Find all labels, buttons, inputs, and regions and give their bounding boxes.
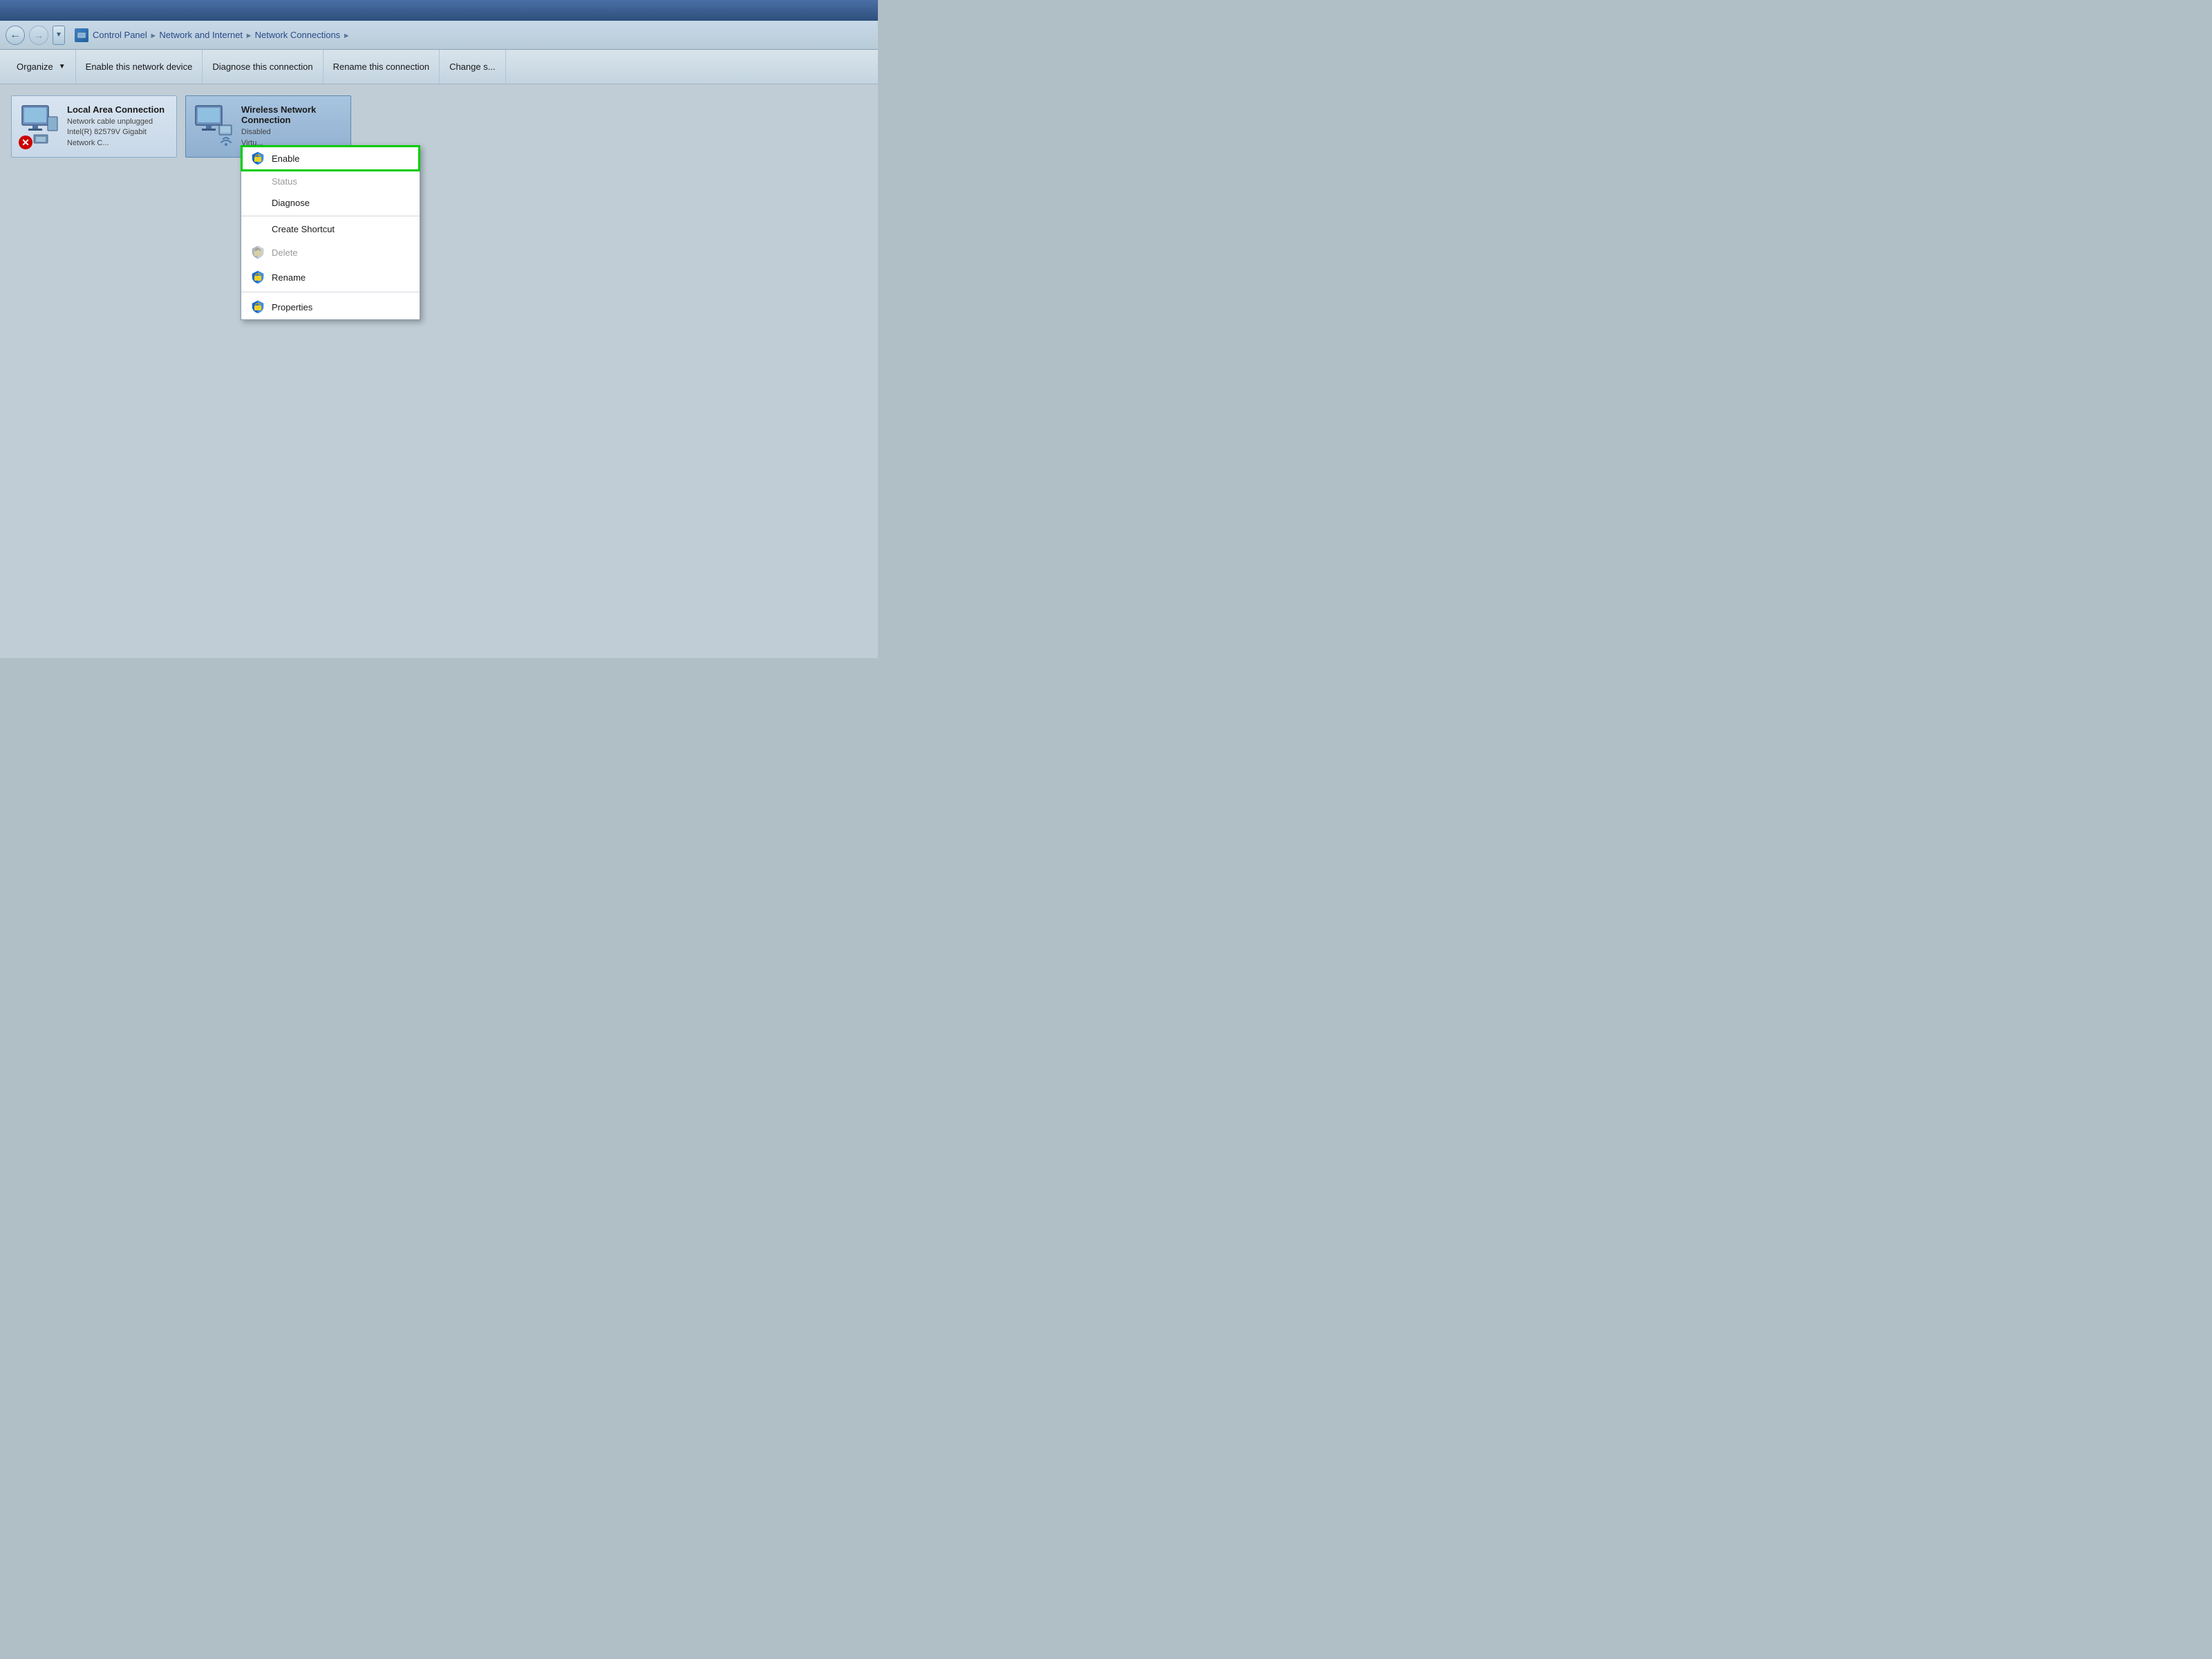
toolbar: Organize ▼ Enable this network device Di… (0, 50, 878, 84)
local-connection-status2: Intel(R) 82579V Gigabit Network C... (67, 127, 169, 149)
ctx-enable-label: Enable (272, 153, 299, 164)
wireless-connection-icon (193, 104, 234, 149)
enable-device-button[interactable]: Enable this network device (76, 50, 203, 84)
local-connection-status1: Network cable unplugged (67, 117, 169, 127)
rename-connection-button[interactable]: Rename this connection (324, 50, 440, 84)
ctx-delete-label: Delete (272, 247, 298, 258)
ctx-rename[interactable]: Rename (241, 265, 420, 290)
nav-dropdown[interactable]: ▼ (53, 26, 65, 45)
ctx-rename-label: Rename (272, 272, 306, 283)
title-bar (0, 0, 878, 21)
ctx-shortcut-label: Create Shortcut (272, 224, 335, 234)
local-area-connection-item[interactable]: ✕ Local Area Connection Network cable un… (11, 95, 177, 158)
local-connection-name: Local Area Connection (67, 104, 169, 115)
shield-gray-icon (251, 245, 265, 259)
path-icon (75, 28, 88, 42)
ctx-properties-label: Properties (272, 302, 312, 312)
organize-button[interactable]: Organize ▼ (7, 50, 76, 84)
dropdown-arrow-icon: ▼ (59, 63, 66, 71)
ctx-properties[interactable]: Properties (241, 294, 420, 319)
content-area: ✕ Local Area Connection Network cable un… (0, 84, 878, 658)
wireless-connection-status1: Disabled (241, 127, 344, 138)
change-settings-button[interactable]: Change s... (440, 50, 506, 84)
context-menu: Enable Status Diagnose Create Shortcut (241, 145, 420, 320)
shield-properties-icon (251, 300, 265, 314)
ctx-status: Status (241, 171, 420, 192)
svg-text:✕: ✕ (21, 137, 30, 148)
breadcrumb: Control Panel ► Network and Internet ► N… (93, 30, 350, 40)
back-button[interactable]: ← (6, 26, 25, 45)
ctx-enable[interactable]: Enable (241, 146, 420, 171)
local-connection-info: Local Area Connection Network cable unpl… (67, 104, 169, 149)
ctx-create-shortcut[interactable]: Create Shortcut (241, 218, 420, 240)
diagnose-connection-button[interactable]: Diagnose this connection (203, 50, 323, 84)
shield-icon (251, 151, 265, 165)
ctx-status-label: Status (272, 176, 297, 187)
connections-list: ✕ Local Area Connection Network cable un… (11, 95, 867, 158)
ctx-diagnose[interactable]: Diagnose (241, 192, 420, 214)
forward-button[interactable]: → (29, 26, 48, 45)
address-bar: ← → ▼ Control Panel ► Network and Intern… (0, 21, 878, 50)
shield-rename-icon (251, 270, 265, 284)
ctx-delete: Delete (241, 240, 420, 265)
wireless-connection-name: Wireless Network Connection (241, 104, 344, 125)
wireless-connection-info: Wireless Network Connection Disabled Vir… (241, 104, 344, 149)
ctx-diagnose-label: Diagnose (272, 198, 310, 208)
local-connection-icon: ✕ (19, 104, 60, 149)
